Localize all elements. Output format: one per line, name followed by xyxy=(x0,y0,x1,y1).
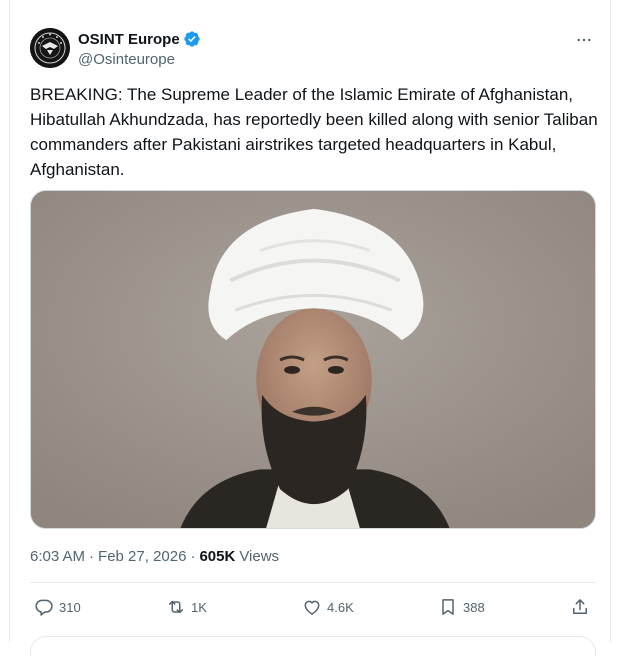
reply-composer-edge xyxy=(30,636,596,656)
repost-count: 1K xyxy=(191,599,207,615)
like-count: 4.6K xyxy=(327,599,354,615)
osint-europe-logo-icon xyxy=(30,28,70,68)
verified-badge-icon[interactable] xyxy=(183,30,201,48)
reply-count: 310 xyxy=(59,599,81,615)
share-button[interactable] xyxy=(570,594,590,620)
like-button[interactable]: 4.6K xyxy=(302,594,354,620)
avatar[interactable] xyxy=(30,28,70,68)
tweet-time[interactable]: 6:03 AM xyxy=(30,548,85,565)
heart-icon xyxy=(304,600,320,615)
reply-icon xyxy=(35,599,53,616)
tweet-text: BREAKING: The Supreme Leader of the Isla… xyxy=(30,85,603,179)
action-bar: 310 1K 4.6K 388 xyxy=(30,590,596,624)
author-info: OSINT Europe @Osinteurope xyxy=(78,29,201,68)
reply-button[interactable]: 310 xyxy=(34,594,81,620)
meta-separator: · xyxy=(190,547,196,565)
repost-button[interactable]: 1K xyxy=(166,594,207,620)
share-icon xyxy=(573,599,587,614)
views-label: Views xyxy=(239,547,280,565)
meta-separator: · xyxy=(89,547,95,565)
divider xyxy=(30,582,596,583)
bookmark-icon xyxy=(442,599,454,615)
tweet-photo[interactable] xyxy=(30,190,596,529)
display-name[interactable]: OSINT Europe xyxy=(78,31,180,48)
views-count[interactable]: 605K xyxy=(199,548,235,565)
bookmark-button[interactable]: 388 xyxy=(438,594,485,620)
bookmark-count: 388 xyxy=(463,599,485,615)
tweet-meta: 6:03 AM · Feb 27, 2026 · 605K Views xyxy=(30,546,279,566)
more-horizontal-icon xyxy=(577,38,591,42)
repost-icon xyxy=(169,600,183,614)
portrait-photo xyxy=(31,191,595,528)
more-options-button[interactable] xyxy=(570,28,598,52)
tweet-header: OSINT Europe @Osinteurope xyxy=(30,28,598,70)
author-name-row[interactable]: OSINT Europe xyxy=(78,29,201,49)
tweet-date[interactable]: Feb 27, 2026 xyxy=(98,548,186,565)
tweet-card: OSINT Europe @Osinteurope BREAKING: The … xyxy=(9,0,611,656)
author-handle[interactable]: @Osinteurope xyxy=(78,51,201,68)
